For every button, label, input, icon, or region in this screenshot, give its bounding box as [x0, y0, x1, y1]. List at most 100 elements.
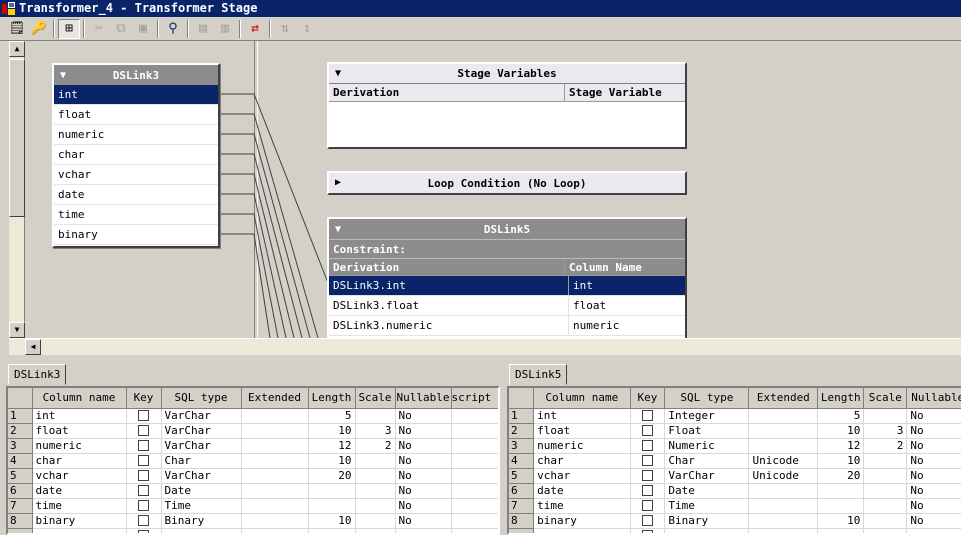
scale-cell[interactable]: 2	[355, 438, 396, 454]
description-cell[interactable]	[451, 408, 498, 424]
empty-cell[interactable]	[161, 528, 242, 533]
empty-cell[interactable]	[241, 528, 309, 533]
extended-cell[interactable]	[748, 408, 819, 424]
stage-variables-panel[interactable]: ▼ Stage Variables Derivation Stage Varia…	[327, 62, 687, 149]
column-name-cell[interactable]: float	[569, 296, 606, 315]
nullable-cell[interactable]: No	[395, 513, 452, 529]
input-column[interactable]: vchar	[54, 165, 218, 185]
table-row[interactable]: 7 time Time No	[509, 498, 961, 514]
key-checkbox[interactable]	[630, 483, 666, 499]
nullable-cell[interactable]: No	[906, 498, 961, 514]
length-header[interactable]: Length	[817, 388, 865, 409]
description-cell[interactable]	[451, 513, 498, 529]
sql-type-header[interactable]: SQL type	[161, 388, 242, 409]
column-name-cell[interactable]: float	[32, 423, 127, 439]
extended-cell[interactable]	[241, 408, 309, 424]
key-checkbox[interactable]	[630, 468, 666, 484]
table-row[interactable]: 2 float VarChar 10 3 No	[8, 423, 498, 439]
checkbox-icon[interactable]	[641, 455, 653, 466]
column-name-cell[interactable]: numeric	[533, 438, 631, 454]
sql-type-cell[interactable]: VarChar	[664, 468, 750, 484]
description-cell[interactable]	[451, 438, 498, 454]
new-row[interactable]	[509, 528, 961, 533]
output-columns-grid[interactable]: Column name Key SQL type Extended Length…	[507, 386, 961, 535]
key-checkbox[interactable]	[126, 513, 162, 529]
nullable-cell[interactable]: No	[395, 483, 452, 499]
length-cell[interactable]: 10	[308, 513, 356, 529]
key-checkbox[interactable]	[126, 438, 162, 454]
scale-cell[interactable]	[355, 453, 396, 469]
nullable-header[interactable]: Nullable	[906, 388, 961, 409]
output-row[interactable]: DSLink3.float float	[329, 296, 685, 316]
nullable-cell[interactable]: No	[395, 423, 452, 439]
empty-cell[interactable]	[32, 528, 127, 533]
extended-cell[interactable]	[748, 498, 819, 514]
scale-cell[interactable]	[863, 483, 908, 499]
table-row[interactable]: 5 vchar VarChar 20 No	[8, 468, 498, 484]
nullable-cell[interactable]: No	[906, 438, 961, 454]
checkbox-icon[interactable]	[138, 425, 149, 436]
sql-type-cell[interactable]: Char	[664, 453, 750, 469]
length-cell[interactable]: 5	[308, 408, 356, 424]
output-row[interactable]: DSLink3.numeric numeric	[329, 316, 685, 336]
key-header[interactable]: Key	[126, 388, 162, 409]
sql-type-cell[interactable]: VarChar	[161, 423, 242, 439]
derivation-cell[interactable]: DSLink3.numeric	[333, 316, 569, 335]
input-columns-grid[interactable]: Column name Key SQL type Extended Length…	[6, 386, 500, 535]
length-cell[interactable]	[817, 483, 865, 499]
extended-cell[interactable]	[241, 483, 309, 499]
table-row[interactable]: 4 char Char 10 No	[8, 453, 498, 469]
sql-type-cell[interactable]: Date	[161, 483, 242, 499]
key-checkbox[interactable]	[126, 498, 162, 514]
length-cell[interactable]: 12	[817, 438, 865, 454]
column-name-cell[interactable]: date	[533, 483, 631, 499]
key-checkbox[interactable]	[126, 468, 162, 484]
input-column[interactable]: binary	[54, 225, 218, 245]
column-name-cell[interactable]: vchar	[533, 468, 631, 484]
key-checkbox[interactable]	[630, 423, 666, 439]
sql-type-cell[interactable]: VarChar	[161, 438, 242, 454]
description-cell[interactable]	[451, 453, 498, 469]
empty-cell[interactable]	[748, 528, 819, 533]
column-name-cell[interactable]: vchar	[32, 468, 127, 484]
empty-cell[interactable]	[8, 528, 33, 533]
scale-cell[interactable]	[355, 468, 396, 484]
length-cell[interactable]: 5	[817, 408, 865, 424]
length-cell[interactable]: 12	[308, 438, 356, 454]
extended-cell[interactable]	[748, 513, 819, 529]
column-name-cell[interactable]: date	[32, 483, 127, 499]
nullable-cell[interactable]: No	[906, 423, 961, 439]
output-row[interactable]: DSLink3.int int	[329, 276, 685, 296]
input-column[interactable]: float	[54, 105, 218, 125]
sql-type-header[interactable]: SQL type	[664, 388, 750, 409]
output-link-header[interactable]: ▼ DSLink5	[329, 219, 685, 239]
sql-type-cell[interactable]: Date	[664, 483, 750, 499]
extended-cell[interactable]	[241, 453, 309, 469]
nullable-header[interactable]: Nullable	[395, 388, 452, 409]
key-checkbox[interactable]	[126, 483, 162, 499]
scale-cell[interactable]: 3	[355, 423, 396, 439]
extended-cell[interactable]	[241, 498, 309, 514]
extended-cell[interactable]	[241, 438, 309, 454]
checkbox-icon[interactable]	[138, 410, 149, 421]
scale-header[interactable]: Scale	[863, 388, 908, 409]
table-row[interactable]: 7 time Time No	[8, 498, 498, 514]
derivation-cell[interactable]: DSLink3.int	[333, 276, 569, 295]
nullable-cell[interactable]: No	[906, 468, 961, 484]
table-row[interactable]: 6 date Date No	[8, 483, 498, 499]
extended-header[interactable]: Extended	[748, 388, 819, 409]
empty-cell[interactable]	[533, 528, 631, 533]
checkbox-icon[interactable]	[138, 485, 149, 496]
length-cell[interactable]: 10	[817, 513, 865, 529]
table-row[interactable]: 1 int VarChar 5 No	[8, 408, 498, 424]
stage-variables-header[interactable]: ▼ Stage Variables	[329, 64, 685, 84]
scale-cell[interactable]	[863, 453, 908, 469]
column-name-cell[interactable]: int	[533, 408, 631, 424]
key-checkbox[interactable]	[630, 408, 666, 424]
loop-condition-header[interactable]: ▶ Loop Condition (No Loop)	[329, 173, 685, 193]
table-row[interactable]: 2 float Float 10 3 No	[509, 423, 961, 439]
tab-dslink3[interactable]: DSLink3	[8, 364, 67, 385]
column-name-cell[interactable]: binary	[533, 513, 631, 529]
empty-cell[interactable]	[630, 528, 666, 533]
length-header[interactable]: Length	[308, 388, 356, 409]
